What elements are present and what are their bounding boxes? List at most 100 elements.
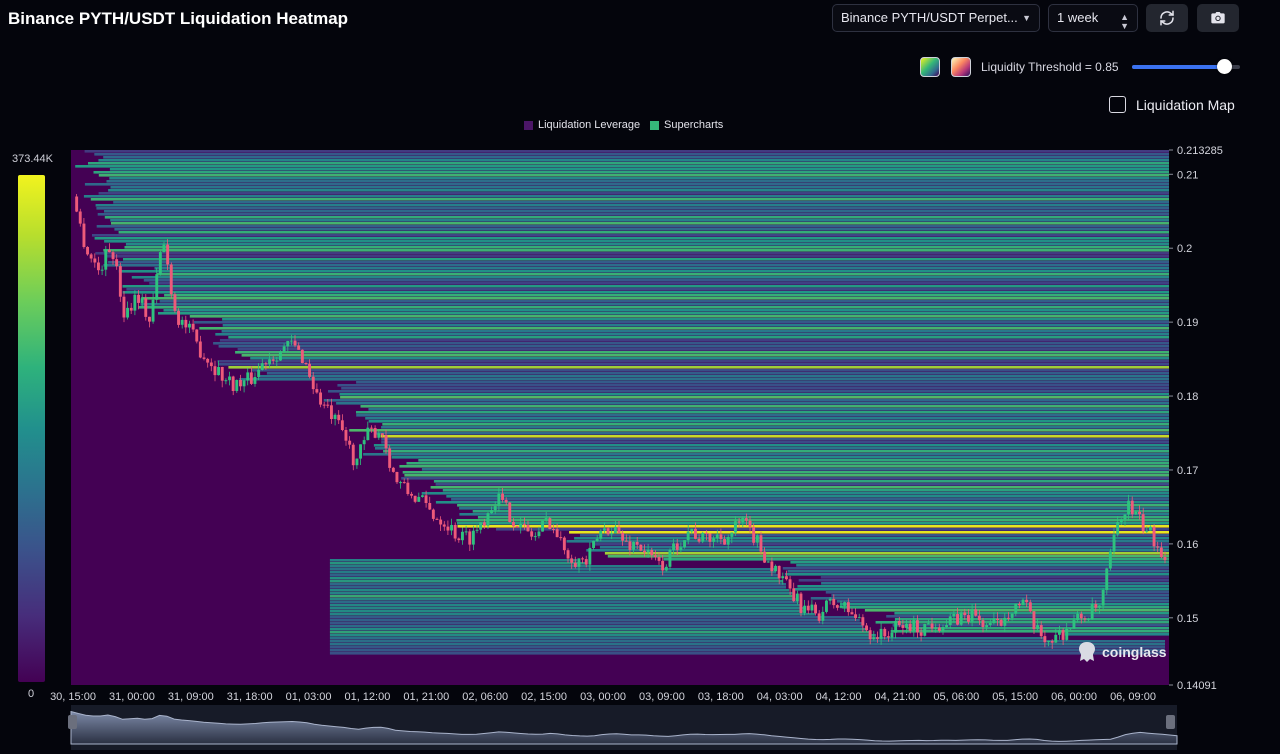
heatmap-band	[421, 468, 1169, 471]
heatmap-band	[241, 354, 1169, 357]
candle-up	[755, 535, 759, 543]
heatmap-band	[110, 219, 1169, 222]
candle-down	[1032, 611, 1036, 629]
candle-down	[850, 612, 854, 615]
candle-up	[1090, 604, 1094, 620]
heatmap-band	[104, 255, 1169, 258]
heatmap-band	[875, 621, 1169, 624]
heatmap-band	[329, 583, 786, 586]
candle-down	[956, 614, 959, 625]
candle-up	[1127, 500, 1130, 515]
candle-up	[905, 623, 908, 628]
navigator-left-handle[interactable]	[68, 715, 77, 729]
candle-up	[985, 625, 989, 627]
candle-down	[435, 518, 439, 520]
candle-down	[562, 537, 566, 551]
heatmap-band	[164, 294, 1169, 297]
candle-up	[421, 495, 424, 497]
x-axis: 30, 15:00 31, 00:00 31, 09:00 31, 18:00 01, …	[50, 691, 1156, 703]
heatmap-band	[329, 646, 1165, 649]
candle-up	[1119, 519, 1123, 523]
heatmap-band	[382, 423, 1169, 426]
heatmap-band	[329, 559, 578, 562]
candle-down	[1156, 546, 1160, 548]
candle-up	[686, 531, 690, 541]
heatmap-band	[442, 489, 1169, 492]
candle-up	[664, 566, 668, 571]
heatmap-band	[329, 601, 799, 604]
heatmap-band	[836, 600, 1169, 603]
y-tick-label: 0.14091	[1177, 680, 1217, 692]
heatmap-band	[363, 453, 1169, 456]
candle-down	[209, 362, 213, 367]
candle-up	[490, 510, 493, 514]
candle-up	[279, 351, 282, 361]
range-navigator[interactable]	[68, 705, 1178, 750]
heatmap-band	[329, 622, 864, 625]
x-tick-label: 02, 15:00	[521, 691, 567, 703]
heatmap-band	[106, 180, 1169, 183]
candle-down	[876, 637, 879, 639]
heatmap-band	[418, 459, 1169, 462]
candle-up	[493, 506, 497, 511]
candle-down	[650, 550, 654, 556]
heatmap-band	[329, 565, 664, 568]
candle-down	[916, 620, 919, 633]
heatmap-band	[356, 414, 1169, 417]
candle-up	[1108, 551, 1112, 569]
x-tick-label: 31, 09:00	[168, 691, 214, 703]
candle-up	[592, 541, 595, 548]
candle-up	[715, 534, 719, 539]
candle-down	[937, 627, 941, 631]
candle-up	[1112, 534, 1116, 552]
heatmap-band	[96, 225, 1169, 228]
heatmap-band	[329, 616, 857, 619]
candle-up	[726, 536, 730, 545]
candle-up	[795, 593, 799, 602]
candle-up	[952, 614, 956, 617]
candle-up	[679, 547, 683, 550]
candle-down	[1061, 630, 1065, 640]
candle-down	[555, 529, 559, 538]
heatmap-band	[430, 486, 1169, 489]
candle-up	[464, 531, 468, 533]
x-tick-label: 01, 03:00	[286, 691, 332, 703]
candle-down	[1025, 599, 1029, 603]
candle-up	[646, 550, 650, 553]
heatmap-band	[217, 363, 1169, 366]
navigator-right-handle[interactable]	[1166, 715, 1175, 729]
heatmap-band	[143, 279, 1169, 282]
candle-down	[118, 266, 122, 297]
coinglass-watermark: coinglass	[1077, 641, 1167, 663]
heatmap-band	[580, 534, 1169, 537]
candle-up	[486, 513, 490, 526]
heatmap-band	[391, 456, 1169, 459]
heatmap-band	[108, 261, 1169, 264]
candle-down	[195, 329, 199, 342]
heatmap-band	[365, 417, 1169, 420]
heatmap-band	[250, 369, 1169, 372]
candle-up	[519, 523, 523, 528]
heatmap-band	[337, 384, 1169, 387]
candle-down	[311, 376, 315, 390]
heatmap-band	[604, 552, 1169, 555]
candle-down	[868, 630, 872, 640]
heatmap-band	[104, 240, 1169, 243]
heatmap-band	[221, 330, 1169, 333]
candle-down	[759, 535, 763, 552]
heatmap-band	[75, 165, 1169, 168]
heatmap-band	[451, 498, 1169, 501]
candle-down	[326, 404, 330, 406]
candle-down	[1130, 500, 1134, 515]
y-tick-label: 0.17	[1177, 465, 1198, 477]
candle-down	[93, 258, 97, 263]
heatmap-band	[831, 594, 1169, 597]
candle-down	[763, 551, 766, 563]
coinglass-logo-icon	[1079, 642, 1095, 662]
candle-down	[581, 558, 584, 560]
candle-down	[249, 372, 253, 384]
heatmap-band	[111, 222, 1169, 225]
candle-down	[348, 440, 352, 445]
candle-down	[137, 294, 140, 303]
candle-up	[286, 341, 290, 347]
